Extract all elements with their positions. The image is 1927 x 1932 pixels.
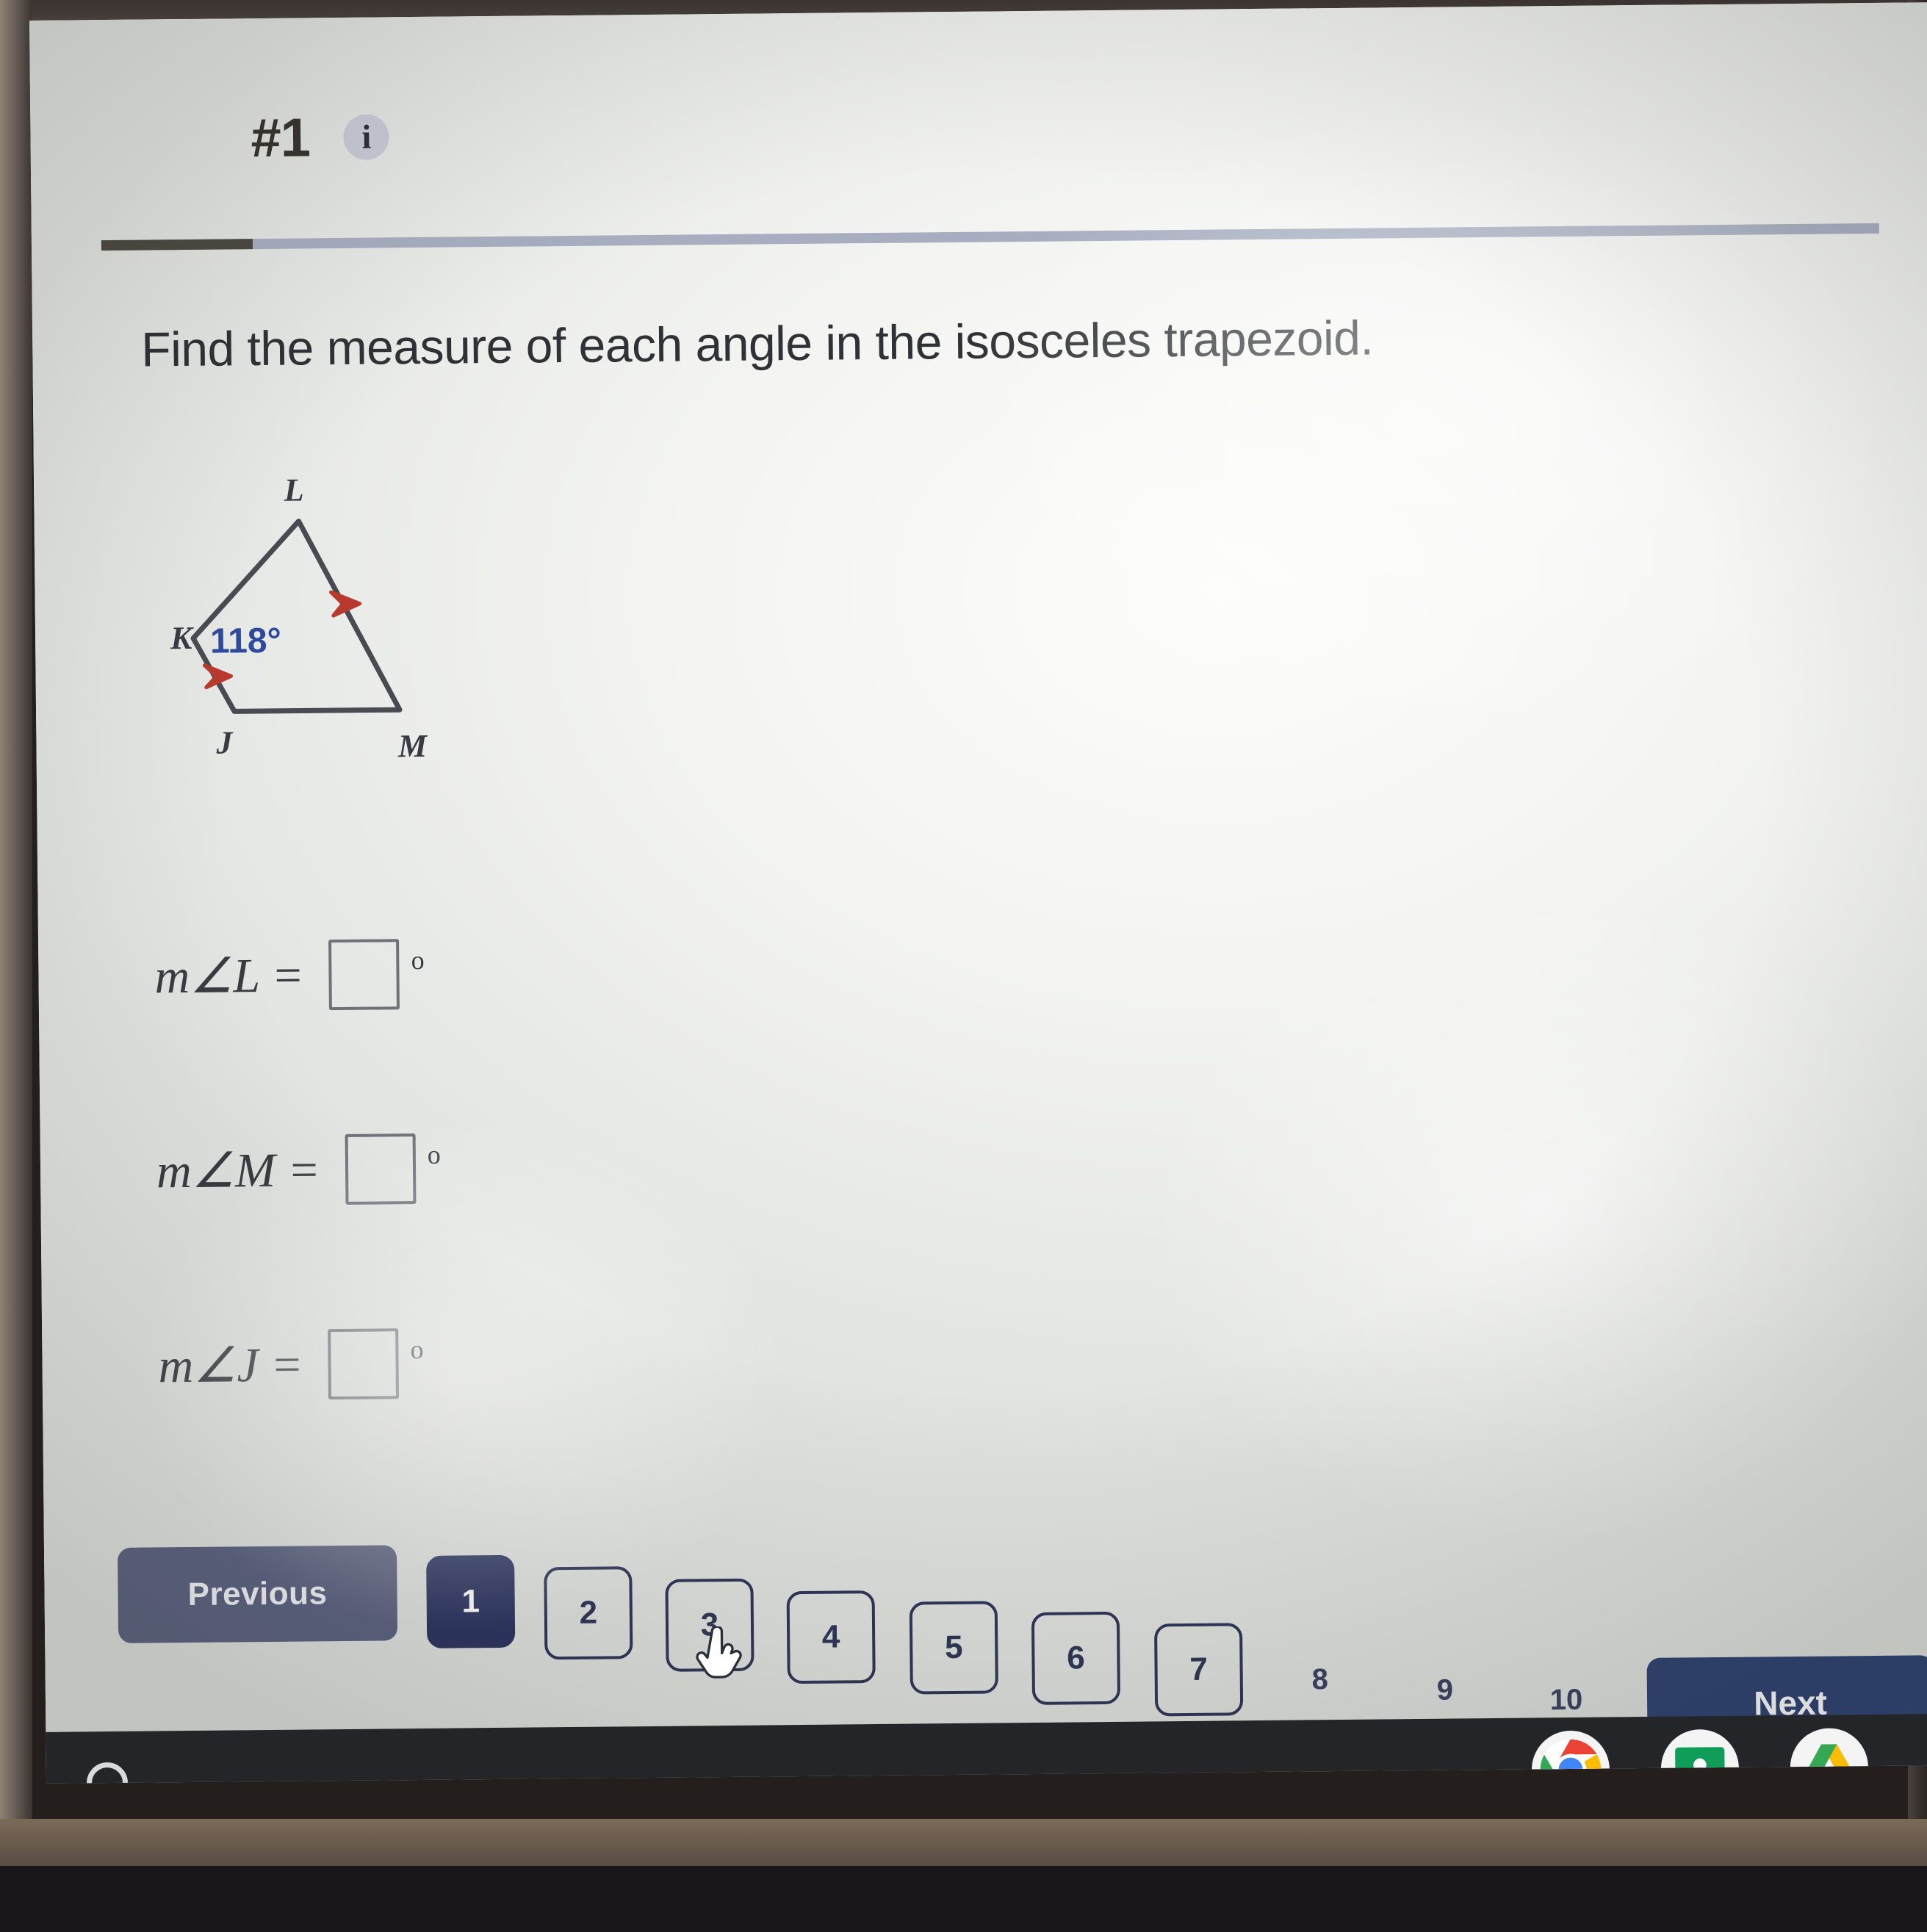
degree-symbol-angle-l: o — [411, 945, 425, 976]
page-button-4[interactable]: 4 — [786, 1590, 876, 1684]
answer-label-angle-m: m∠M = — [156, 1143, 321, 1199]
screen-glare — [948, 90, 1910, 761]
desk-shadow — [0, 1866, 1927, 1932]
screen-vignette — [29, 2, 1927, 1732]
degree-symbol-angle-j: o — [410, 1334, 424, 1365]
page-button-1[interactable]: 1 — [426, 1554, 516, 1648]
answer-label-angle-j: m∠J = — [158, 1338, 304, 1394]
question-navigation: Previous 1 2 3 4 5 6 7 8 9 10 Next — [44, 1515, 1927, 1750]
page-button-5[interactable]: 5 — [909, 1601, 998, 1695]
page-button-8[interactable]: 8 — [1275, 1633, 1364, 1726]
trapezoid-figure: L K J M 118° — [151, 453, 463, 779]
progress-bar-fill — [101, 239, 253, 251]
question-prompt: Find the measure of each angle in the is… — [140, 310, 1374, 377]
question-header: #1 i — [251, 105, 390, 169]
vertex-label-j: J — [215, 724, 234, 760]
vertex-label-m: M — [397, 728, 428, 764]
launcher-circle-icon[interactable] — [86, 1762, 129, 1784]
photo-scene: #1 i Find the measure of each angle in t… — [0, 0, 1927, 1932]
screen-glare — [1139, 883, 1927, 1553]
answer-input-angle-m[interactable] — [345, 1133, 417, 1205]
laptop-screen: #1 i Find the measure of each angle in t… — [29, 2, 1927, 1784]
vertex-label-k: K — [170, 620, 194, 656]
answer-row-angle-j: m∠J = o — [158, 1328, 424, 1401]
vertex-label-l: L — [283, 472, 303, 508]
answer-input-angle-j[interactable] — [328, 1328, 400, 1400]
side-tick-lm-icon — [328, 590, 362, 618]
previous-button[interactable]: Previous — [117, 1545, 398, 1643]
answer-row-angle-l: m∠L = o — [154, 939, 425, 1012]
page-button-2[interactable]: 2 — [544, 1566, 633, 1660]
page-button-3[interactable]: 3 — [665, 1578, 754, 1672]
page-title: #1 — [251, 107, 311, 169]
answer-row-angle-m: m∠M = o — [156, 1133, 442, 1207]
google-classroom-icon[interactable] — [1660, 1729, 1740, 1784]
shelf-app-icons — [1531, 1728, 1869, 1784]
worksheet-page: #1 i Find the measure of each angle in t… — [29, 2, 1927, 1750]
page-button-7[interactable]: 7 — [1154, 1623, 1244, 1717]
chrome-icon[interactable] — [1531, 1730, 1610, 1784]
side-tick-kj-icon — [202, 663, 234, 690]
info-icon[interactable]: i — [343, 113, 390, 160]
page-button-6[interactable]: 6 — [1031, 1611, 1121, 1706]
answer-input-angle-l[interactable] — [328, 939, 400, 1011]
angle-measure-label: 118° — [210, 621, 281, 661]
google-drive-icon[interactable] — [1790, 1728, 1869, 1784]
degree-symbol-angle-m: o — [427, 1139, 441, 1169]
trapezoid-outline — [190, 519, 403, 714]
answer-label-angle-l: m∠L = — [154, 948, 305, 1004]
progress-bar — [101, 223, 1879, 251]
laptop-bezel-left — [0, 0, 32, 1932]
